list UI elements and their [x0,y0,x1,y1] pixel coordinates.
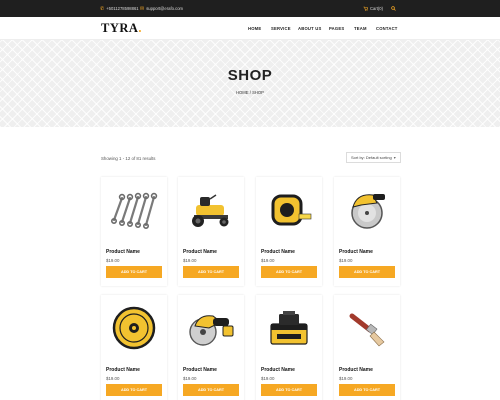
product-image[interactable] [256,177,322,243]
product-name[interactable]: Product Name [106,367,140,373]
breadcrumb-separator: / [249,90,251,95]
product-name[interactable]: Product Name [261,249,295,255]
sort-label: Sort by: Default sorting [351,155,392,160]
product-price: $19.00 [106,376,120,381]
product-price: $19.00 [261,258,275,263]
add-to-cart-button[interactable]: ADD TO CART [261,266,317,278]
add-to-cart-button[interactable]: ADD TO CART [183,384,239,396]
main-nav: HOME SERVICE ABOUT US PAGES TEAM CONTACT [0,17,500,40]
add-to-cart-button[interactable]: ADD TO CART [339,266,395,278]
top-bar: ✆ +5011278598861 ✉ support@erafo.com Car… [0,0,500,17]
product-name[interactable]: Product Name [106,249,140,255]
search-icon [391,6,396,11]
product-price: $19.00 [339,258,353,263]
product-card[interactable]: Product Name $19.00 ADD TO CART [101,295,167,400]
page-title: SHOP [227,67,273,84]
product-price: $19.00 [183,258,197,263]
product-card[interactable]: Product Name $19.00 ADD TO CART [334,177,400,286]
phone-contact[interactable]: ✆ +5011278598861 [100,0,139,17]
paint-brush-icon [349,313,385,347]
add-to-cart-button[interactable]: ADD TO CART [183,266,239,278]
breadcrumb-home[interactable]: HOME [236,90,249,95]
results-count: Showing 1 - 12 of 81 results [101,156,156,161]
site-header: TYRA. HOME SERVICE ABOUT US PAGES TEAM C… [0,17,500,40]
tape-measure-icon [271,194,312,226]
cordless-circular-saw-icon [189,315,234,346]
add-to-cart-button[interactable]: ADD TO CART [339,384,395,396]
cart-label: Cart(0) [370,6,384,11]
page-banner: SHOP HOME / SHOP [0,40,500,127]
product-price: $19.00 [183,376,197,381]
product-name[interactable]: Product Name [183,367,217,373]
cart-link[interactable]: Cart(0) [363,0,383,17]
product-card[interactable]: Product Name $19.00 ADD TO CART [334,295,400,400]
nav-home[interactable]: HOME [248,17,261,40]
product-card[interactable]: Product Name $19.00 ADD TO CART [256,177,322,286]
cart-icon [363,6,368,11]
product-image[interactable] [178,177,244,243]
saw-blade-icon [112,306,156,350]
add-to-cart-button[interactable]: ADD TO CART [106,266,162,278]
product-card[interactable]: Product Name $19.00 ADD TO CART [256,295,322,400]
product-image[interactable] [178,295,244,361]
nav-contact[interactable]: CONTACT [376,17,398,40]
nav-pages[interactable]: PAGES [329,17,344,40]
circular-saw-icon [351,194,385,229]
product-price: $19.00 [106,258,120,263]
product-image[interactable] [334,177,400,243]
product-price: $19.00 [339,376,353,381]
email-contact[interactable]: ✉ support@erafo.com [140,0,183,17]
nav-service[interactable]: SERVICE [271,17,291,40]
riding-mower-icon [192,194,229,227]
product-name[interactable]: Product Name [183,249,217,255]
product-card[interactable]: Product Name $19.00 ADD TO CART [101,177,167,286]
product-name[interactable]: Product Name [339,249,373,255]
add-to-cart-button[interactable]: ADD TO CART [106,384,162,396]
product-image[interactable] [334,295,400,361]
add-to-cart-button[interactable]: ADD TO CART [261,384,317,396]
wrench-set-icon [110,192,158,229]
breadcrumb: HOME / SHOP [0,90,500,95]
sort-select[interactable]: Sort by: Default sorting ▾ [346,152,401,163]
envelope-icon: ✉ [140,5,145,12]
product-name[interactable]: Product Name [339,367,373,373]
breadcrumb-current: SHOP [252,90,264,95]
phone-icon: ✆ [100,5,105,12]
search-button[interactable] [391,0,396,17]
email-address: support@erafo.com [146,6,184,11]
nav-team[interactable]: TEAM [354,17,367,40]
product-image[interactable] [101,177,167,243]
battery-pack-icon [270,311,308,345]
chevron-down-icon: ▾ [393,155,396,160]
product-card[interactable]: Product Name $19.00 ADD TO CART [178,177,244,286]
product-card[interactable]: Product Name $19.00 ADD TO CART [178,295,244,400]
phone-number: +5011278598861 [106,6,139,11]
product-image[interactable] [101,295,167,361]
nav-about-us[interactable]: ABOUT US [298,17,321,40]
product-image[interactable] [256,295,322,361]
product-name[interactable]: Product Name [261,367,295,373]
product-price: $19.00 [261,376,275,381]
